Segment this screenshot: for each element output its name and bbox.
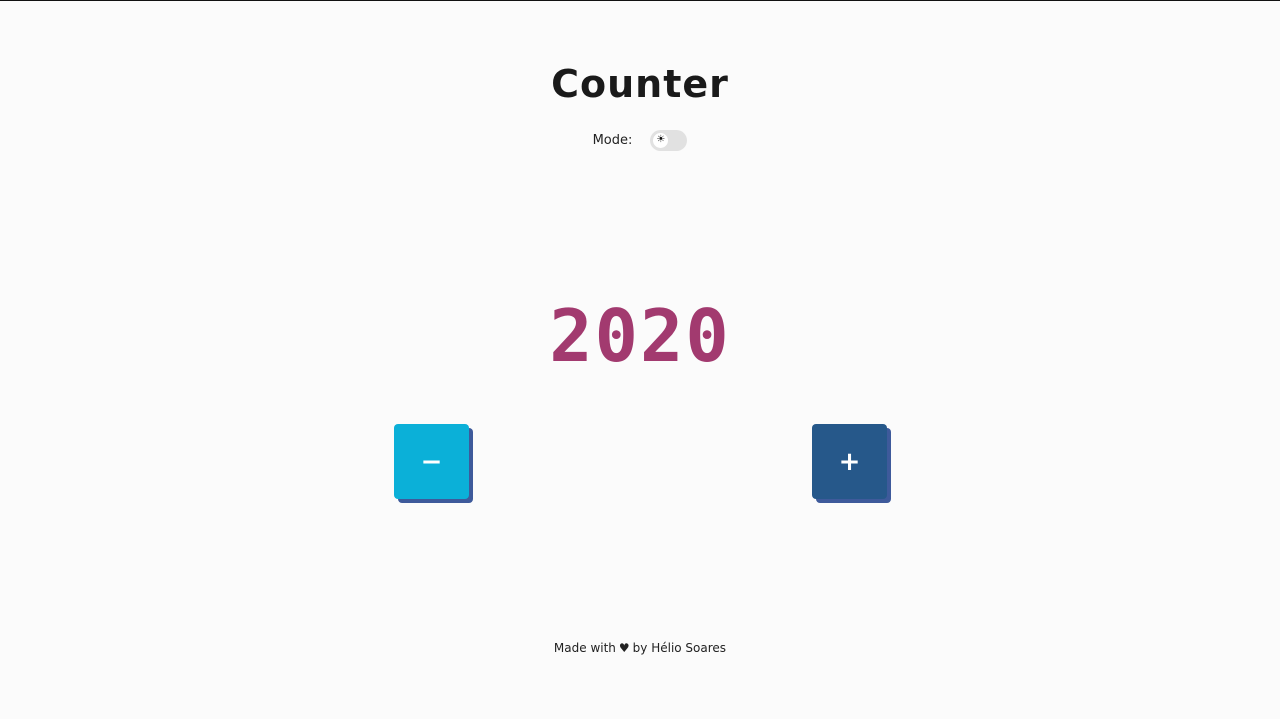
footer-made-with: Made with — [553, 641, 616, 655]
mode-toggle[interactable]: ☀ — [650, 129, 688, 151]
heart-icon: ♥ — [618, 641, 630, 655]
sun-icon: ☀ — [653, 132, 669, 148]
footer-author: by Hélio Soares — [632, 641, 727, 655]
counter-value: 2020 — [549, 294, 731, 378]
mode-label: Mode: — [592, 132, 633, 148]
page-title: Counter — [551, 62, 729, 106]
decrement-button[interactable]: − — [394, 424, 469, 499]
increment-button[interactable]: + — [812, 424, 887, 499]
top-border — [0, 0, 1280, 1]
footer: Made with ♥ by Hélio Soares — [0, 641, 1280, 655]
mode-row: Mode: ☀ — [0, 128, 1280, 152]
